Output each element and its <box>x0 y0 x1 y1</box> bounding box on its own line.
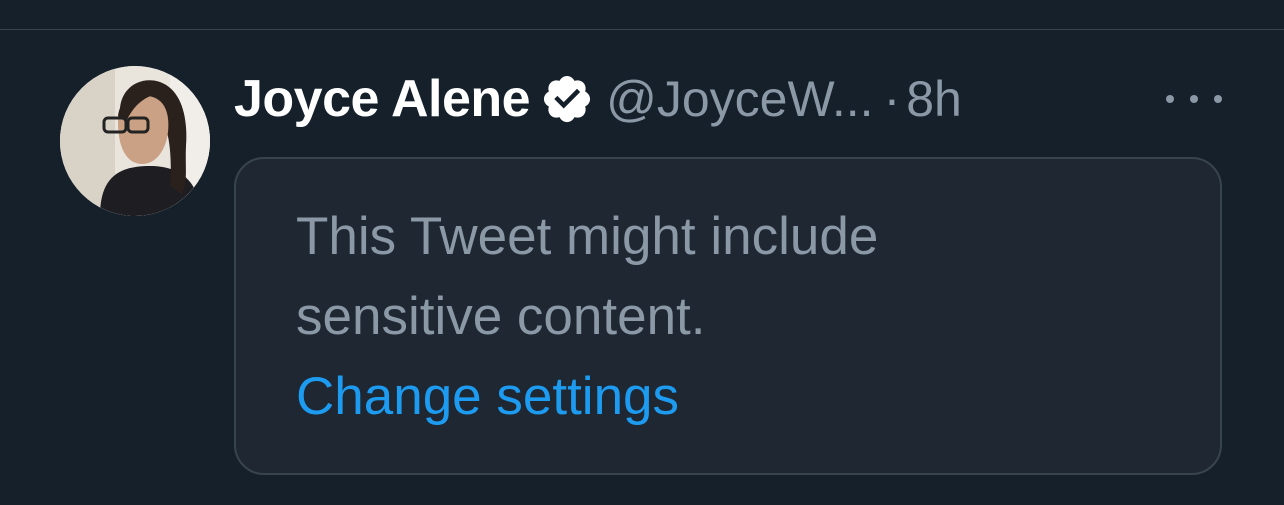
sensitive-content-notice: This Tweet might include sensitive conte… <box>234 157 1222 475</box>
more-horizontal-icon[interactable] <box>1166 84 1222 114</box>
more-dot <box>1214 95 1222 103</box>
user-handle[interactable]: @JoyceW... <box>606 70 873 128</box>
more-dot <box>1190 95 1198 103</box>
tweet[interactable]: Joyce Alene @JoyceW... · 8h This Tweet m… <box>0 30 1284 505</box>
avatar-image <box>60 66 210 216</box>
display-name[interactable]: Joyce Alene <box>234 69 531 129</box>
tweet-timestamp[interactable]: 8h <box>906 70 962 128</box>
change-settings-link[interactable]: Change settings <box>296 357 679 437</box>
header-separator: · <box>883 71 901 127</box>
tweet-header: Joyce Alene @JoyceW... · 8h <box>234 66 962 132</box>
sensitive-content-message: This Tweet might include sensitive conte… <box>296 207 879 346</box>
verified-badge-icon <box>540 72 594 126</box>
avatar[interactable] <box>60 66 210 216</box>
more-dot <box>1166 95 1174 103</box>
